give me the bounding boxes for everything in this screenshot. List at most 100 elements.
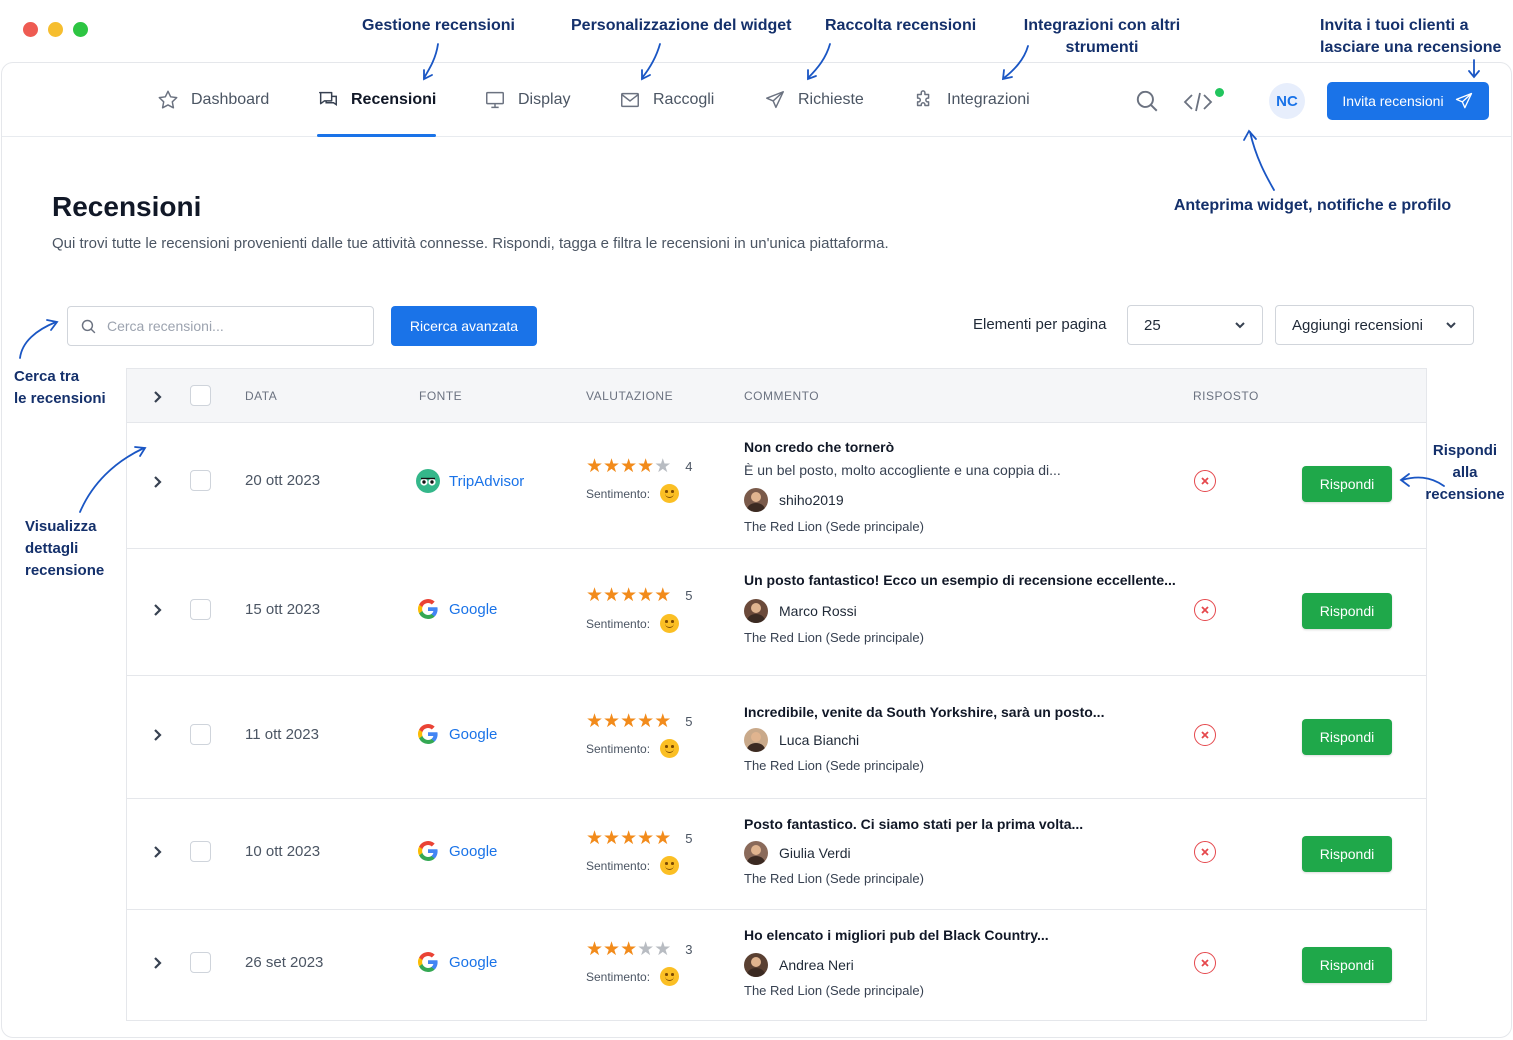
sentiment: Sentimento: bbox=[586, 614, 680, 633]
smiley-icon bbox=[660, 967, 680, 986]
select-all-checkbox[interactable] bbox=[190, 385, 211, 406]
reviewer-name: Luca Bianchi bbox=[779, 732, 860, 748]
send-icon bbox=[766, 91, 784, 109]
star-filled-icon: ★ bbox=[603, 939, 621, 960]
nav-label-dashboard: Dashboard bbox=[191, 91, 270, 108]
table-row[interactable]: 10 ott 2023 Google ★ ★ ★ ★ ★ 5 Sentimento: P… bbox=[127, 799, 1426, 910]
reply-button[interactable]: Rispondi bbox=[1302, 466, 1392, 502]
star-filled-icon: ★ bbox=[586, 939, 604, 960]
annotation-cerca: Cerca tra le recensioni bbox=[14, 366, 106, 410]
review-source-link[interactable]: Google bbox=[416, 950, 497, 974]
review-source-link[interactable]: Google bbox=[416, 722, 497, 746]
search-icon[interactable] bbox=[1134, 88, 1160, 119]
search-input[interactable] bbox=[107, 318, 357, 334]
star-empty-icon: ★ bbox=[654, 456, 672, 477]
header-comment[interactable]: COMMENTO bbox=[744, 389, 819, 403]
expand-all-chevron-icon[interactable] bbox=[153, 390, 163, 409]
star-rating: ★ ★ ★ ★ ★ 5 bbox=[586, 829, 692, 848]
annotation-cerca-line1: Cerca tra bbox=[14, 368, 80, 385]
review-date: 10 ott 2023 bbox=[245, 843, 321, 860]
expand-row-chevron-icon[interactable] bbox=[153, 845, 163, 864]
row-checkbox[interactable] bbox=[190, 841, 211, 862]
annotation-visualizza-line2: dettagli bbox=[25, 540, 79, 557]
per-page-select[interactable]: 25 bbox=[1127, 305, 1263, 345]
review-source-label: Google bbox=[449, 725, 498, 743]
reply-button[interactable]: Rispondi bbox=[1302, 593, 1392, 629]
nav-item-display[interactable]: Display bbox=[484, 63, 570, 137]
table-row[interactable]: 20 ott 2023 TripAdvisor ★ ★ ★ ★ ★ 4 Sentimen… bbox=[127, 423, 1426, 549]
nav-item-raccogli[interactable]: Raccogli bbox=[619, 63, 714, 137]
not-replied-icon bbox=[1194, 470, 1216, 492]
advanced-search-button[interactable]: Ricerca avanzata bbox=[391, 306, 537, 346]
expand-row-chevron-icon[interactable] bbox=[153, 475, 163, 494]
minimize-window-button[interactable] bbox=[48, 22, 63, 37]
nav-item-richieste[interactable]: Richieste bbox=[764, 63, 864, 137]
reply-button[interactable]: Rispondi bbox=[1302, 836, 1392, 872]
google-icon bbox=[418, 952, 438, 972]
star-filled-icon: ★ bbox=[620, 828, 638, 849]
star-filled-icon: ★ bbox=[654, 585, 672, 606]
search-field[interactable] bbox=[67, 306, 374, 346]
star-filled-icon: ★ bbox=[586, 828, 604, 849]
not-replied-icon bbox=[1194, 724, 1216, 746]
mail-icon bbox=[621, 92, 639, 108]
nav-item-recensioni[interactable]: Recensioni bbox=[317, 63, 437, 137]
avatar[interactable]: NC bbox=[1269, 83, 1305, 119]
nav-item-dashboard[interactable]: Dashboard bbox=[157, 63, 269, 137]
star-filled-icon: ★ bbox=[654, 828, 672, 849]
table-row[interactable]: 26 set 2023 Google ★ ★ ★ ★ ★ 3 Sentimento: H… bbox=[127, 910, 1426, 1021]
table-row[interactable]: 11 ott 2023 Google ★ ★ ★ ★ ★ 5 Sentimento: I… bbox=[127, 676, 1426, 799]
expand-row-chevron-icon[interactable] bbox=[153, 956, 163, 975]
expand-row-chevron-icon[interactable] bbox=[153, 728, 163, 747]
annotation-rispondi-line2: alla bbox=[1452, 464, 1478, 481]
user-avatar bbox=[744, 953, 768, 977]
per-page-value: 25 bbox=[1144, 316, 1161, 334]
sentiment-label: Sentimento: bbox=[586, 741, 651, 756]
reply-button[interactable]: Rispondi bbox=[1302, 719, 1392, 755]
review-location: The Red Lion (Sede principale) bbox=[744, 519, 924, 534]
invite-reviews-button[interactable]: Invita recensioni bbox=[1327, 82, 1489, 120]
review-source-link[interactable]: Google bbox=[416, 597, 497, 621]
nav-label-integrazioni: Integrazioni bbox=[947, 91, 1030, 108]
add-reviews-dropdown[interactable]: Aggiungi recensioni bbox=[1275, 305, 1474, 345]
annotation-rispondi: Rispondi alla recensione bbox=[1425, 440, 1505, 506]
annotation-invita-line2: lasciare una recensione bbox=[1320, 39, 1502, 56]
review-text: È un bel posto, molto accogliente e una … bbox=[744, 462, 1061, 478]
header-rating[interactable]: VALUTAZIONE bbox=[586, 389, 673, 403]
add-reviews-label: Aggiungi recensioni bbox=[1292, 316, 1423, 334]
annotation-integrazioni-line1: Integrazioni con altri bbox=[1023, 17, 1181, 34]
review-source-link[interactable]: TripAdvisor bbox=[416, 469, 524, 493]
star-empty-icon: ★ bbox=[654, 939, 672, 960]
header-date[interactable]: DATA bbox=[245, 389, 277, 403]
code-icon[interactable] bbox=[1183, 90, 1213, 119]
annotation-integrazioni: Integrazioni con altri strumenti bbox=[1012, 15, 1192, 59]
header-replied[interactable]: RISPOSTO bbox=[1193, 389, 1259, 403]
star-filled-icon: ★ bbox=[654, 711, 672, 732]
chevron-down-icon bbox=[1446, 322, 1456, 329]
review-source-label: Google bbox=[449, 953, 498, 971]
review-source-link[interactable]: Google bbox=[416, 839, 497, 863]
maximize-window-button[interactable] bbox=[73, 22, 88, 37]
row-checkbox[interactable] bbox=[190, 952, 211, 973]
row-checkbox[interactable] bbox=[190, 470, 211, 491]
header-source[interactable]: FONTE bbox=[419, 389, 462, 403]
smiley-icon bbox=[660, 484, 680, 503]
annotation-raccolta: Raccolta recensioni bbox=[825, 17, 977, 34]
annotation-invita-line1: Invita i tuoi clienti a bbox=[1320, 17, 1469, 34]
sentiment: Sentimento: bbox=[586, 484, 680, 503]
user-avatar bbox=[744, 488, 768, 512]
star-rating: ★ ★ ★ ★ ★ 5 bbox=[586, 712, 692, 731]
row-checkbox[interactable] bbox=[190, 724, 211, 745]
row-checkbox[interactable] bbox=[190, 599, 211, 620]
review-location: The Red Lion (Sede principale) bbox=[744, 758, 924, 773]
reviewer-name: Andrea Neri bbox=[779, 957, 854, 973]
review-location: The Red Lion (Sede principale) bbox=[744, 630, 924, 645]
star-filled-icon: ★ bbox=[637, 711, 655, 732]
nav-item-integrazioni[interactable]: Integrazioni bbox=[913, 63, 1030, 137]
nav-label-recensioni: Recensioni bbox=[351, 91, 437, 108]
table-row[interactable]: 15 ott 2023 Google ★ ★ ★ ★ ★ 5 Sentimento: U… bbox=[127, 549, 1426, 676]
sentiment-label: Sentimento: bbox=[586, 969, 651, 984]
reply-button[interactable]: Rispondi bbox=[1302, 947, 1392, 983]
close-window-button[interactable] bbox=[23, 22, 38, 37]
expand-row-chevron-icon[interactable] bbox=[153, 603, 163, 622]
